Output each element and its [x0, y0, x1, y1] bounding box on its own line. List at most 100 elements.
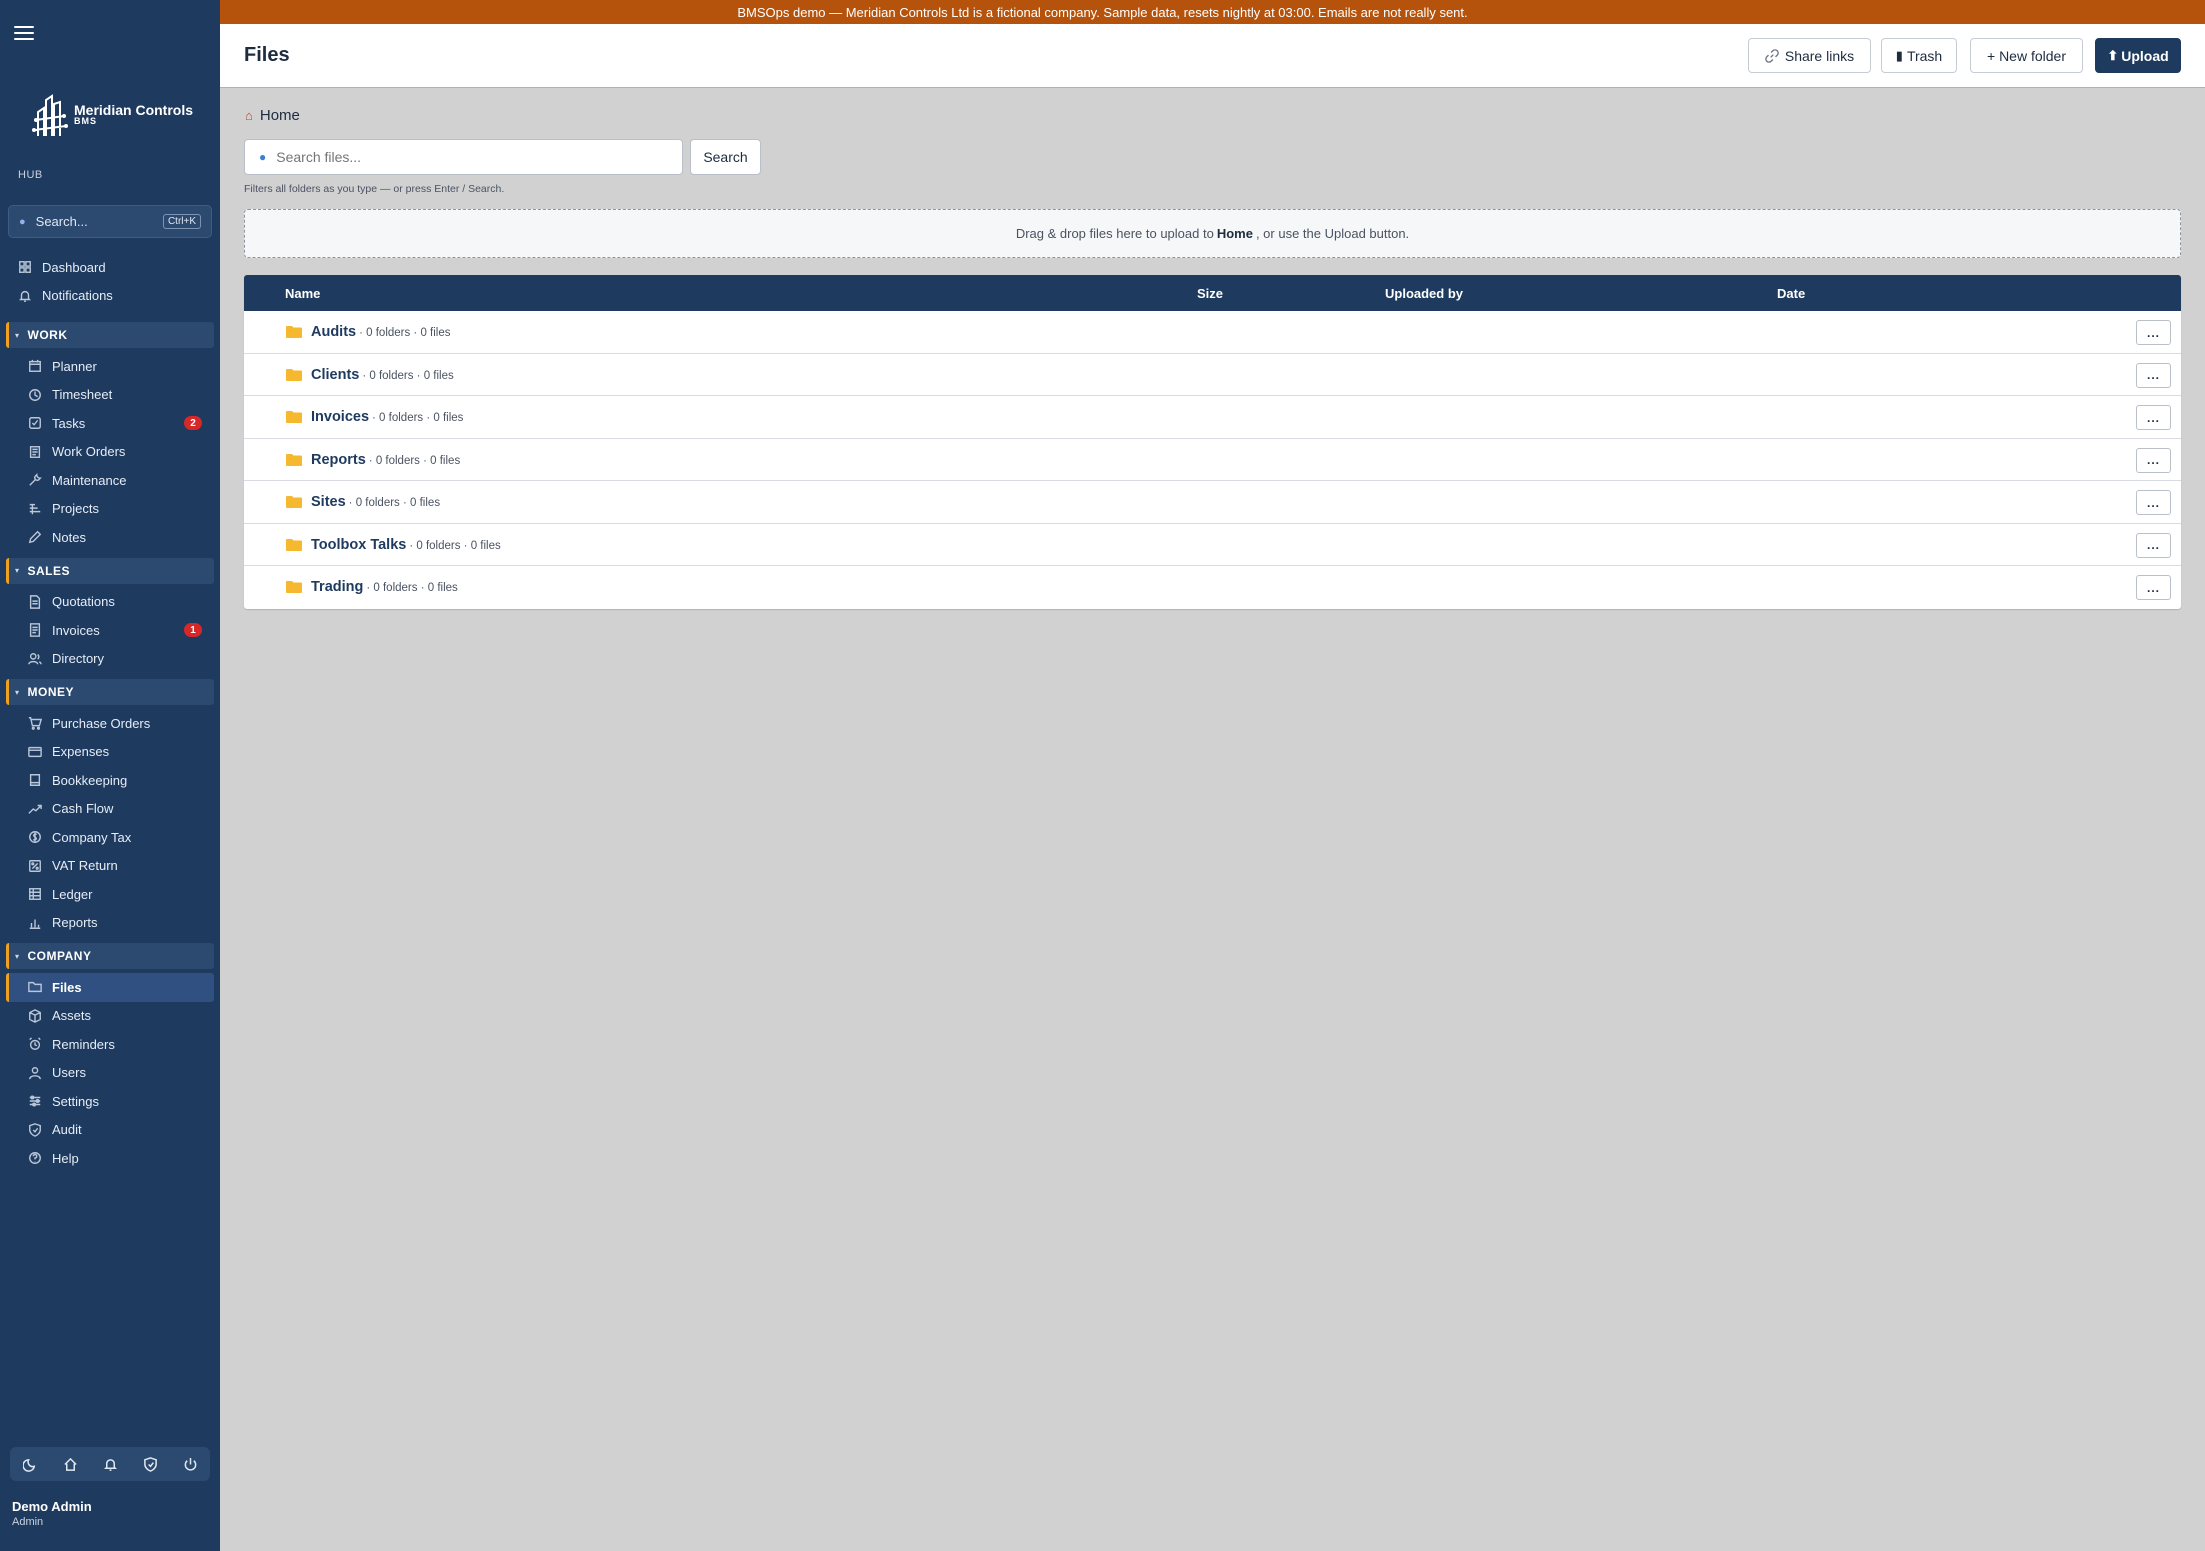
sidebar-search[interactable]: ● Search... Ctrl+K: [8, 205, 212, 238]
sidebar-item-purchase-orders[interactable]: Purchase Orders: [0, 709, 220, 738]
sidebar-item-label: Reports: [52, 915, 98, 931]
new-folder-button[interactable]: + New folder: [1970, 38, 2083, 73]
sidebar-quick-actions: [10, 1447, 210, 1481]
section-header-sales[interactable]: ▾ SALES: [6, 557, 214, 584]
brand-logo[interactable]: Meridian Controls BMS: [32, 90, 193, 138]
folder-name[interactable]: Toolbox Talks: [311, 537, 406, 553]
folder-name[interactable]: Invoices: [311, 409, 369, 425]
section-header-work[interactable]: ▾ WORK: [6, 322, 214, 348]
sidebar-search-placeholder: Search...: [35, 214, 88, 229]
trash-button[interactable]: ▮ Trash: [1881, 38, 1957, 73]
sidebar-item-cash-flow[interactable]: Cash Flow: [0, 795, 220, 824]
row-actions-button[interactable]: ...: [2136, 447, 2171, 473]
sidebar-item-files[interactable]: Files: [6, 973, 214, 1002]
row-actions-button[interactable]: ...: [2136, 575, 2171, 600]
menu-icon[interactable]: [14, 26, 34, 40]
sidebar-item-quotations[interactable]: Quotations: [0, 588, 220, 617]
sidebar-item-help[interactable]: Help: [0, 1144, 220, 1173]
sidebar-item-planner[interactable]: Planner: [0, 352, 220, 381]
bell-icon: [18, 289, 32, 303]
sidebar-item-label: Reminders: [52, 1036, 115, 1052]
folder-meta: · 0 folders · 0 files: [368, 454, 461, 467]
column-size[interactable]: Size: [1197, 286, 1223, 301]
sidebar-item-label: Tasks: [52, 415, 86, 431]
sidebar-item-company-tax[interactable]: Company Tax: [0, 823, 220, 852]
home-icon[interactable]: [63, 1457, 78, 1472]
demo-banner: BMSOps demo — Meridian Controls Ltd is a…: [0, 0, 2205, 24]
sidebar-item-ledger[interactable]: Ledger: [0, 880, 220, 909]
pencil-icon: [28, 530, 42, 544]
table-body: Audits · 0 folders · 0 files... Clients · 0…: [244, 311, 2181, 609]
section-header-company[interactable]: ▾ COMPANY: [6, 943, 214, 969]
table-row[interactable]: Reports · 0 folders · 0 files...: [244, 439, 2181, 481]
folder-meta: · 0 folders · 0 files: [362, 369, 454, 382]
table-row[interactable]: Sites · 0 folders · 0 files...: [244, 481, 2181, 524]
people-icon: [28, 652, 42, 666]
table-row[interactable]: Toolbox Talks · 0 folders · 0 files...: [244, 524, 2181, 566]
user-icon: [28, 1066, 42, 1080]
table-row[interactable]: Invoices · 0 folders · 0 files...: [244, 396, 2181, 439]
row-actions-button[interactable]: ...: [2136, 320, 2171, 345]
table-row[interactable]: Clients · 0 folders · 0 files...: [244, 354, 2181, 396]
power-icon[interactable]: [183, 1457, 198, 1472]
sidebar-item-vat-return[interactable]: VAT Return: [0, 852, 220, 881]
column-uploaded-by[interactable]: Uploaded by: [1385, 286, 1463, 301]
bell-icon[interactable]: [103, 1457, 118, 1472]
sidebar-item-audit[interactable]: Audit: [0, 1116, 220, 1145]
sidebar-item-assets[interactable]: Assets: [0, 1002, 220, 1031]
sidebar-item-directory[interactable]: Directory: [0, 645, 220, 674]
table-row[interactable]: Audits · 0 folders · 0 files...: [244, 311, 2181, 354]
trend-icon: [28, 802, 42, 816]
sidebar-item-reports[interactable]: Reports: [0, 909, 220, 938]
folder-name[interactable]: Sites: [311, 494, 346, 510]
row-actions-button[interactable]: ...: [2136, 490, 2171, 515]
sidebar-item-notes[interactable]: Notes: [0, 523, 220, 552]
folder-name[interactable]: Trading: [311, 579, 363, 595]
folder-icon: [286, 368, 302, 381]
sidebar-item-maintenance[interactable]: Maintenance: [0, 466, 220, 495]
section-title: WORK: [27, 328, 68, 342]
user-name[interactable]: Demo Admin: [12, 1499, 92, 1514]
bar-chart-icon: [28, 916, 42, 930]
sidebar-item-label: Timesheet: [52, 387, 113, 403]
sidebar-top-nav: Dashboard Notifications: [0, 253, 220, 310]
sidebar-item-dashboard[interactable]: Dashboard: [0, 253, 220, 282]
sidebar-item-users[interactable]: Users: [0, 1059, 220, 1088]
sidebar-item-reminders[interactable]: Reminders: [0, 1030, 220, 1059]
folder-icon: [286, 411, 302, 423]
table-row[interactable]: Trading · 0 folders · 0 files...: [244, 566, 2181, 609]
search-button[interactable]: Search: [690, 139, 761, 175]
sidebar-item-tasks[interactable]: Tasks 2: [0, 409, 220, 438]
row-actions-button[interactable]: ...: [2136, 405, 2171, 430]
upload-button[interactable]: ⬆ Upload: [2095, 38, 2181, 73]
sidebar-item-projects[interactable]: Projects: [0, 495, 220, 524]
invoice-icon: [28, 623, 42, 638]
sidebar-item-work-orders[interactable]: Work Orders: [0, 438, 220, 467]
row-actions-button[interactable]: ...: [2136, 532, 2171, 558]
sidebar-item-label: VAT Return: [52, 858, 118, 874]
breadcrumb-home[interactable]: Home: [260, 107, 300, 124]
folder-name[interactable]: Clients: [311, 367, 359, 383]
section-header-money[interactable]: ▾ MONEY: [6, 679, 214, 705]
sidebar-item-timesheet[interactable]: Timesheet: [0, 381, 220, 410]
column-name[interactable]: Name: [285, 286, 320, 301]
sidebar-item-label: Help: [52, 1150, 79, 1166]
sidebar-item-bookkeeping[interactable]: Bookkeeping: [0, 766, 220, 795]
folder-meta: · 0 folders · 0 files: [409, 539, 501, 552]
folder-icon: [286, 538, 302, 551]
file-search-input[interactable]: [276, 149, 657, 165]
sidebar-item-invoices[interactable]: Invoices 1: [0, 616, 220, 645]
folder-meta: · 0 folders · 0 files: [359, 327, 451, 339]
share-links-button[interactable]: Share links: [1748, 38, 1871, 73]
column-date[interactable]: Date: [1777, 286, 1805, 301]
folder-name[interactable]: Reports: [311, 452, 366, 468]
upload-dropzone[interactable]: Drag & drop files here to upload to Home…: [244, 209, 2181, 258]
row-actions-button[interactable]: ...: [2136, 362, 2171, 388]
folder-name[interactable]: Audits: [311, 324, 356, 340]
shield-icon[interactable]: [143, 1456, 158, 1472]
file-search-field[interactable]: ●: [244, 139, 683, 175]
sidebar-item-expenses[interactable]: Expenses: [0, 738, 220, 767]
moon-icon[interactable]: [22, 1457, 38, 1472]
sidebar-item-settings[interactable]: Settings: [0, 1087, 220, 1116]
sidebar-item-notifications[interactable]: Notifications: [0, 282, 220, 311]
